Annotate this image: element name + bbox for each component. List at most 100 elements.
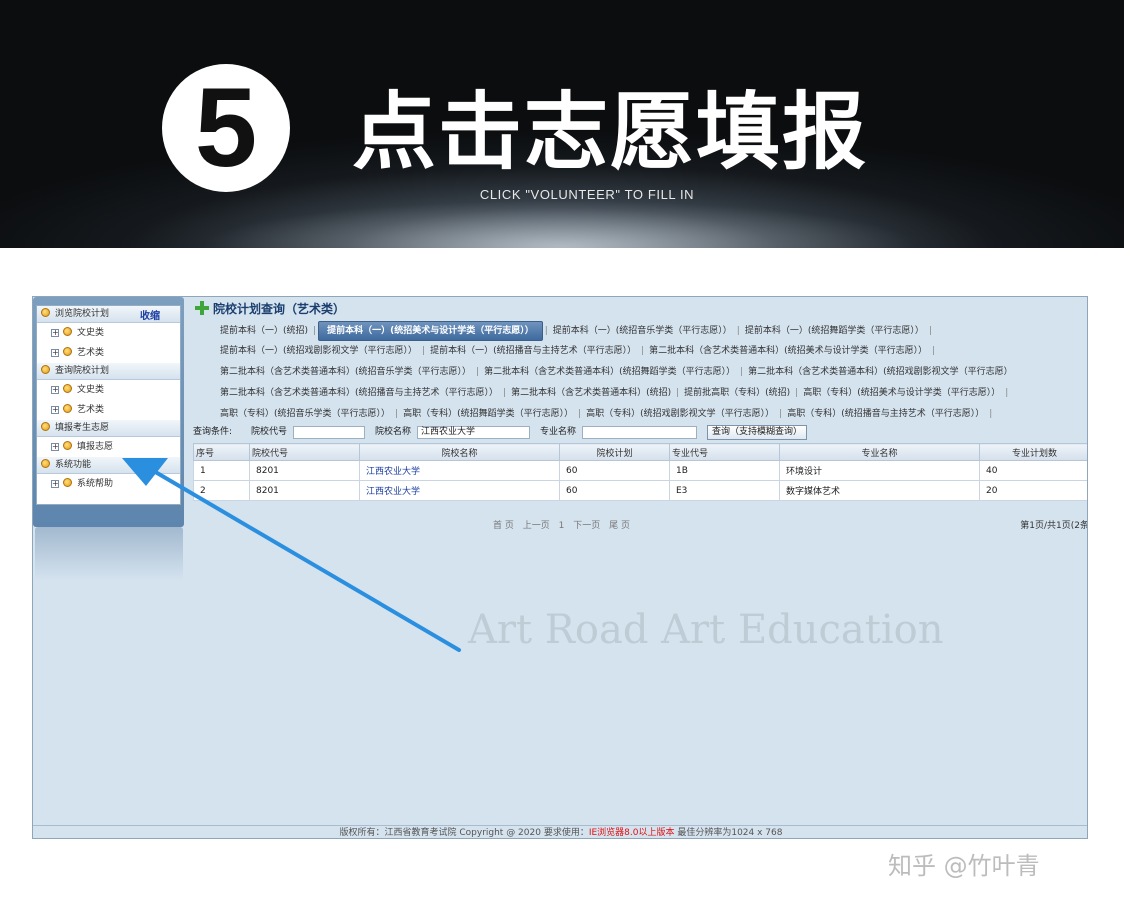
tab-category[interactable]: 第二批本科（含艺术类普通本科）(统招戏剧影视文学（平行志愿） (745, 363, 1016, 381)
collapse-link[interactable]: 收缩 (140, 308, 160, 325)
sidebar-item-query-liberal-arts[interactable]: + 文史类 (37, 380, 180, 400)
sidebar-reflection (35, 527, 183, 581)
folder-icon (63, 404, 72, 413)
tab-category[interactable]: 第二批本科（含艺术类普通本科）(统招播音与主持艺术（平行志愿）） (217, 384, 501, 402)
tab-category[interactable]: 提前本科（一）(统招音乐学类（平行志愿）） (550, 322, 735, 340)
major-name-input[interactable] (582, 426, 697, 439)
tab-separator: | (641, 346, 645, 356)
footer: 版权所有：江西省教育考试院 Copyright @ 2020 要求使用：IE浏览… (33, 825, 1087, 838)
tab-category[interactable]: 第二批本科（含艺术类普通本科）(统招美术与设计学类（平行志愿）） (646, 342, 930, 360)
banner-title: 点击志愿填报 (352, 83, 869, 181)
folder-icon (41, 308, 50, 317)
banner-subtitle: CLICK "VOLUNTEER" TO FILL IN (479, 187, 695, 202)
expand-icon: + (51, 479, 59, 488)
sidebar-item-fill-volunteer[interactable]: + 填报志愿 (37, 437, 180, 457)
results-table: 序号 院校代号 院校名称 院校计划 专业代号 专业名称 专业计划数 1 8201… (193, 443, 1087, 501)
tab-category[interactable]: 高职（专科）(统招舞蹈学类（平行志愿）） (400, 405, 576, 423)
school-code-label: 院校代号 (251, 427, 288, 437)
cell-major-plan: 40 (979, 460, 1087, 481)
banner-glow (200, 200, 920, 248)
column-header: 院校代号 (249, 443, 360, 461)
folder-icon (63, 347, 72, 356)
tab-separator: | (1005, 388, 1009, 398)
tab-category[interactable]: 高职（专科）(统招美术与设计学类（平行志愿）） (800, 384, 1003, 402)
tab-separator: | (740, 367, 744, 377)
pagination: 首 页 上一页 1 下一页 尾 页 (493, 518, 636, 531)
sidebar-item-help[interactable]: + 系统帮助 (37, 474, 180, 494)
sidebar-item-label: 系统帮助 (77, 479, 114, 489)
sidebar-item-label: 艺术类 (77, 348, 105, 358)
tab-row: 提前本科（一）(统招) | 提前本科（一）(统招美术与设计学类（平行志愿）） | 提前本… (217, 321, 1087, 342)
tab-category[interactable]: 高职（专科）(统招播音与主持艺术（平行志愿）） (784, 405, 987, 423)
school-code-input[interactable] (293, 426, 365, 439)
school-name-input[interactable]: 江西农业大学 (417, 426, 530, 439)
tab-separator: | (676, 388, 680, 398)
tab-category[interactable]: 提前批高职（专科）(统招) (681, 384, 793, 402)
sidebar-item-query-arts[interactable]: + 艺术类 (37, 400, 180, 420)
tab-category[interactable]: 提前本科（一）(统招戏剧影视文学（平行志愿）） (217, 342, 420, 360)
cell-school-code: 8201 (249, 480, 360, 501)
tab-separator: | (779, 409, 783, 419)
cell-major-name: 数字媒体艺术 (779, 480, 980, 501)
tab-separator: | (313, 326, 317, 336)
table-row[interactable]: 1 8201 江西农业大学 60 1B 环境设计 40 (193, 460, 1087, 481)
main-content: 院校计划查询（艺术类） 提前本科（一）(统招) | 提前本科（一）(统招美术与设计学… (193, 297, 1088, 825)
folder-icon (41, 459, 50, 468)
cell-school-plan: 60 (559, 480, 670, 501)
table-header-row: 序号 院校代号 院校名称 院校计划 专业代号 专业名称 专业计划数 (193, 443, 1087, 461)
tab-row: 第二批本科（含艺术类普通本科）(统招播音与主持艺术（平行志愿）） | 第二批本科（含… (217, 384, 1087, 405)
school-name-label: 院校名称 (375, 427, 412, 437)
sidebar-group-browse-plan[interactable]: 浏览院校计划 收缩 (37, 306, 180, 323)
column-header: 序号 (193, 443, 250, 461)
sidebar-item-browse-liberal-arts[interactable]: + 文史类 (37, 323, 180, 343)
tab-separator: | (544, 326, 548, 336)
instruction-banner: 5 点击志愿填报 CLICK "VOLUNTEER" TO FILL IN (0, 0, 1124, 248)
page-header: 院校计划查询（艺术类） (195, 301, 345, 317)
cell-major-name: 环境设计 (779, 460, 980, 481)
tab-separator: | (422, 346, 426, 356)
cell-major-plan: 20 (979, 480, 1087, 501)
expand-icon: + (51, 442, 59, 451)
column-header: 院校名称 (359, 443, 560, 461)
tab-category[interactable]: 提前本科（一）(统招舞蹈学类（平行志愿）） (742, 322, 927, 340)
column-header: 院校计划 (559, 443, 670, 461)
expand-icon: + (51, 328, 59, 337)
tab-category[interactable]: 第二批本科（含艺术类普通本科）(统招音乐学类（平行志愿）） (217, 363, 474, 381)
sidebar-group-system[interactable]: 系统功能 (37, 457, 180, 474)
cell-school-name-link[interactable]: 江西农业大学 (359, 460, 560, 481)
tab-category[interactable]: 第二批本科（含艺术类普通本科）(统招) (508, 384, 674, 402)
step-number-badge: 5 (162, 64, 290, 192)
tab-separator: | (395, 409, 399, 419)
tab-separator: | (476, 367, 480, 377)
tab-row: 第二批本科（含艺术类普通本科）(统招音乐学类（平行志愿）） | 第二批本科（含艺术类… (217, 363, 1087, 384)
last-page-link[interactable]: 尾 页 (609, 521, 630, 531)
search-button[interactable]: 查询（支持模糊查询） (707, 425, 808, 440)
first-page-link[interactable]: 首 页 (493, 521, 514, 531)
column-header: 专业代号 (669, 443, 780, 461)
cell-school-name-link[interactable]: 江西农业大学 (359, 480, 560, 501)
tab-category[interactable]: 第二批本科（含艺术类普通本科）(统招舞蹈学类（平行志愿）） (481, 363, 738, 381)
tab-category[interactable]: 提前本科（一）(统招) (217, 322, 311, 340)
sidebar: 浏览院校计划 收缩 + 文史类 + 艺术类 查询院校计划 + 文史类 + 艺术类 (33, 297, 184, 527)
folder-icon (63, 441, 72, 450)
folder-icon (41, 365, 50, 374)
expand-icon: + (51, 348, 59, 357)
sidebar-item-label: 填报志愿 (77, 442, 114, 452)
tab-category[interactable]: 高职（专科）(统招音乐学类（平行志愿）） (217, 405, 393, 423)
table-row[interactable]: 2 8201 江西农业大学 60 E3 数字媒体艺术 20 (193, 480, 1087, 501)
expand-icon: + (51, 405, 59, 414)
sidebar-item-browse-arts[interactable]: + 艺术类 (37, 343, 180, 363)
tab-category[interactable]: 高职（专科）(统招戏剧影视文学（平行志愿）） (583, 405, 777, 423)
column-header: 专业名称 (779, 443, 980, 461)
sidebar-group-label: 系统功能 (55, 460, 92, 470)
sidebar-group-fill-volunteer[interactable]: 填报考生志愿 (37, 420, 180, 437)
query-bar: 查询条件: 院校代号 院校名称 江西农业大学 专业名称 查询（支持模糊查询） (193, 424, 1087, 441)
category-tabs: 提前本科（一）(统招) | 提前本科（一）(统招美术与设计学类（平行志愿）） | 提前本… (217, 321, 1087, 426)
sidebar-group-query-plan[interactable]: 查询院校计划 (37, 363, 180, 380)
tab-category-active[interactable]: 提前本科（一）(统招美术与设计学类（平行志愿）） (318, 321, 543, 341)
page-info: 第1页/共1页(2条 (1020, 521, 1088, 531)
prev-page-link[interactable]: 上一页 (523, 521, 550, 531)
tab-category[interactable]: 提前本科（一）(统招播音与主持艺术（平行志愿）） (427, 342, 639, 360)
next-page-link[interactable]: 下一页 (573, 521, 600, 531)
tab-row: 提前本科（一）(统招戏剧影视文学（平行志愿）） | 提前本科（一）(统招播音与主持艺… (217, 342, 1087, 363)
